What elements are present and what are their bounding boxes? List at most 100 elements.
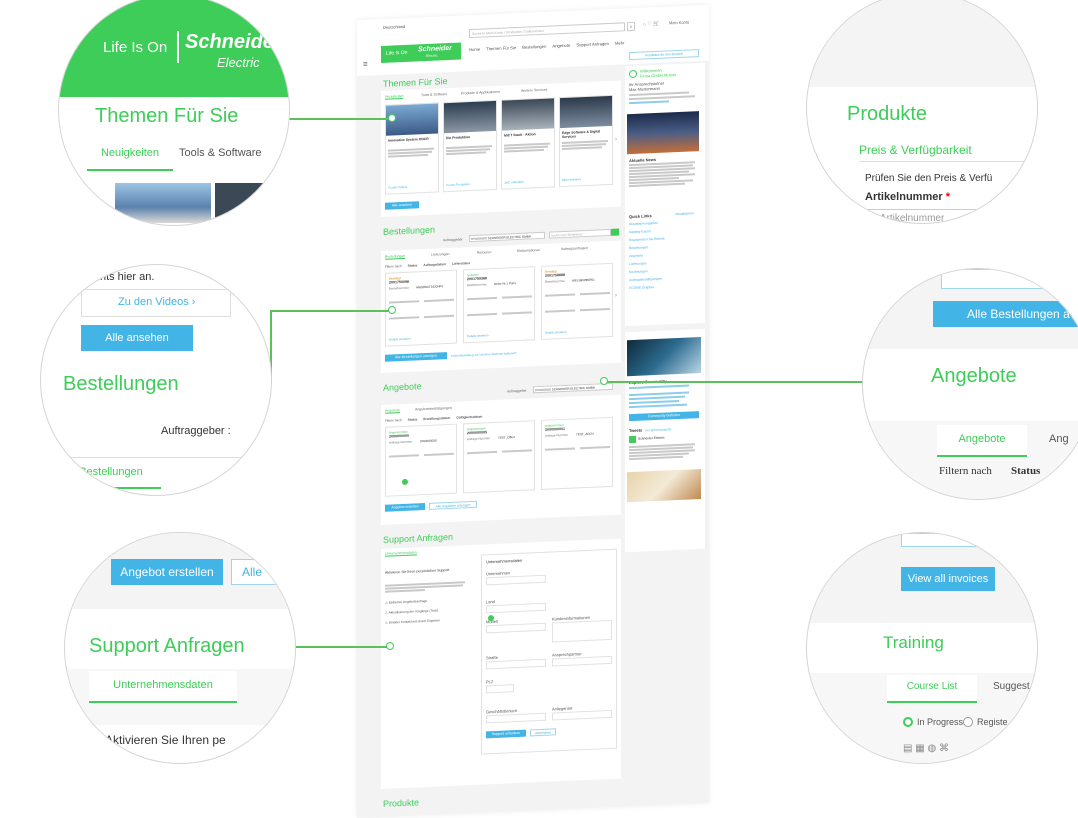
tab-bestellungen[interactable]: Bestellungen — [385, 253, 406, 260]
nav-bestellungen[interactable]: Bestellungen — [522, 44, 546, 50]
filter-valid[interactable]: Gültigkeitsdatum — [456, 415, 482, 420]
quick-link[interactable]: Katalog-Export — [629, 229, 665, 234]
quick-link[interactable]: Auftragsbestätigungen — [629, 277, 665, 282]
callout-tab-suggest[interactable]: Suggest — [993, 675, 1030, 699]
nav-more[interactable]: Mehr — [615, 40, 625, 45]
order-details-link[interactable]: Details ansehen — [389, 337, 411, 342]
news-card[interactable]: Edge Software & Digital Services Mehr er… — [559, 94, 613, 188]
menu-icon[interactable]: ≡ — [363, 60, 368, 69]
home-icon[interactable]: ⌂ ♡ 🛒 — [643, 21, 660, 28]
filter-status[interactable]: Status — [408, 417, 418, 421]
callout-tab-neuigkeiten[interactable]: Neuigkeiten — [87, 139, 173, 171]
quick-link[interactable]: PCOME Zeitplan — [629, 285, 665, 290]
callout-all-orders-button[interactable]: Alle Bestellungen a — [933, 301, 1078, 327]
tab-lieferungen[interactable]: Lieferungen — [431, 252, 450, 257]
nav-themen[interactable]: Themen Für Sie — [486, 45, 516, 51]
callout-tab-course-list[interactable]: Course List — [887, 675, 977, 703]
support-submit-button[interactable]: Support anfordern — [486, 729, 526, 739]
quick-link[interactable]: Aktualisierungsplan — [629, 221, 665, 226]
tab-reklamationen[interactable]: Reklamationen — [517, 248, 540, 253]
nav-angebote[interactable]: Angebote — [552, 43, 570, 49]
customer-info-input[interactable] — [552, 619, 612, 643]
client-select[interactable]: XYXXXXXX SCHNEIDER ELECTRIC GMBH — [469, 231, 545, 243]
search-input[interactable]: Suche in Mein Konto / Produkten / Dokume… — [469, 22, 625, 39]
tab-neuigkeiten[interactable]: Neuigkeiten — [385, 93, 404, 100]
offer-card[interactable]: Angenommen 2000000001 Anfrage-Nummer TES… — [541, 416, 613, 490]
quick-link[interactable]: Angebote — [629, 253, 665, 259]
support-option[interactable]: ⚠ Einfacher Angebotsanfrage — [385, 599, 427, 605]
filter-status[interactable]: Status — [408, 263, 418, 267]
country-select[interactable]: Deutschland — [383, 24, 405, 30]
radio-registered[interactable] — [963, 717, 973, 727]
callout-videos-link[interactable]: Zu den Videos › — [81, 289, 231, 317]
callout-tab-unternehmensdaten[interactable]: Unternehmensdaten — [89, 671, 237, 703]
tab-retouren[interactable]: Retouren — [477, 250, 491, 255]
order-note-link[interactable]: Keine Bestellung zur Nummer-Nummer bekan… — [451, 351, 517, 358]
tab-services[interactable]: Weitere Services — [521, 88, 547, 93]
support-cancel-button[interactable]: Abbrechen — [530, 728, 556, 737]
callout-tab-bestellungen[interactable]: Bestellungen — [61, 459, 161, 489]
division-select[interactable] — [486, 712, 546, 724]
country-input[interactable] — [486, 602, 546, 614]
callout-view-all-button[interactable]: Alle ansehen — [81, 325, 193, 351]
news-card-link[interactable]: Zu den Videos — [388, 185, 407, 190]
tab-tools[interactable]: Tools & Software — [421, 92, 447, 97]
order-details-link[interactable]: Details ansehen — [467, 333, 489, 338]
callout-all-button[interactable]: Alle — [231, 559, 295, 585]
offer-card[interactable]: Angenommen 2000000000 Anfrage-Nummer 200… — [385, 423, 457, 497]
order-search-button[interactable] — [611, 228, 619, 236]
tab-angebotsbestaetigungen[interactable]: Angebotsbestätigungen — [415, 406, 452, 412]
tab-auftragsanfragen[interactable]: Auftragsanfragen — [561, 246, 588, 251]
filter-date[interactable]: Auftragsdatum — [423, 262, 446, 267]
company-input[interactable] — [486, 574, 546, 586]
tab-produkte[interactable]: Produkte & Applikationen — [461, 90, 500, 96]
logo[interactable]: Life Is On Schneider Electric — [381, 42, 461, 63]
themen-view-all-button[interactable]: Alle ansehen — [385, 201, 419, 210]
model-input[interactable] — [486, 622, 546, 634]
filter-created[interactable]: Erstellungsdatum — [423, 416, 450, 421]
callout-create-offer-button[interactable]: Angebot erstellen — [111, 559, 223, 585]
quick-link[interactable]: Registrierten Sie Betrieb — [629, 237, 665, 243]
news-card-link[interactable]: Jetzt anfordern — [504, 180, 524, 185]
callout-filter-status[interactable]: Status — [1011, 465, 1040, 477]
callout-tab-tools[interactable]: Tools & Software — [179, 139, 262, 167]
tab-angebote[interactable]: Angebote — [385, 408, 400, 414]
order-card[interactable]: Bestätigt 2001758888 Bestellnummer WELS8… — [541, 262, 613, 340]
nav-support[interactable]: Support Anfragen — [576, 41, 609, 47]
user-menu[interactable]: Mein Konto — [669, 19, 689, 25]
quick-link[interactable]: Bestellungen — [629, 245, 665, 250]
contact-select[interactable] — [552, 655, 612, 667]
create-offer-button[interactable]: Angebot erstellen — [385, 503, 425, 512]
order-search-input[interactable]: Suche nach Bestellung — [549, 228, 611, 239]
quick-links-refresh[interactable]: Aktualisieren — [675, 211, 694, 216]
tweets-handle[interactable]: von @SchneiderDE — [645, 427, 671, 432]
carousel-next-icon[interactable]: › — [615, 137, 617, 143]
radio-in-progress[interactable] — [903, 717, 913, 727]
news-card-link[interactable]: Zu den Produkten — [446, 182, 470, 187]
quick-link[interactable]: Rechnungen — [629, 269, 665, 274]
filter-delivery[interactable]: Lieferstatus — [452, 261, 470, 266]
news-card-link[interactable]: Mehr erfahren — [562, 177, 581, 182]
order-card[interactable]: Geliefert 2001759368 Bestellnummer Order… — [463, 266, 535, 344]
community-join-button[interactable]: Community beitreten — [629, 411, 699, 422]
offer-card[interactable]: Angenommen 2000000005 Anfrage-Nummer TES… — [463, 420, 535, 494]
news-card[interactable]: Die Produktion Zu den Produkten — [443, 99, 497, 193]
quick-link[interactable]: Lieferungen — [629, 261, 665, 266]
callout-tab-angebote[interactable]: Angebote — [937, 425, 1027, 457]
callout-invoices-button[interactable]: View all invoices — [901, 567, 995, 591]
zip-input[interactable] — [486, 684, 514, 694]
callout-tab-angebotsbestaetigungen[interactable]: Ang — [1049, 425, 1069, 453]
request-type-select[interactable] — [552, 709, 612, 721]
search-icon[interactable]: ⌕ — [627, 21, 635, 32]
all-offers-button[interactable]: Alle Angebote anzeigen — [429, 500, 477, 510]
support-option[interactable]: ⚠ Aktualisierung der Vorgänge (Tech) — [385, 608, 438, 614]
tab-unternehmensdaten[interactable]: Unternehmensdaten — [385, 550, 417, 557]
street-input[interactable] — [486, 658, 546, 670]
carousel-next-icon[interactable]: › — [615, 293, 617, 299]
callout-prev-button[interactable] — [901, 533, 1037, 547]
callout-prev-button[interactable] — [941, 269, 1078, 289]
callout-article-input[interactable]: ⌕ Artikelnummer — [863, 209, 993, 223]
order-details-link[interactable]: Details ansehen — [545, 330, 567, 335]
news-card[interactable]: MiCT Stack - Aktion Jetzt anfordern — [501, 97, 555, 190]
all-orders-button[interactable]: Alle Bestellungen anzeigen — [385, 352, 447, 362]
